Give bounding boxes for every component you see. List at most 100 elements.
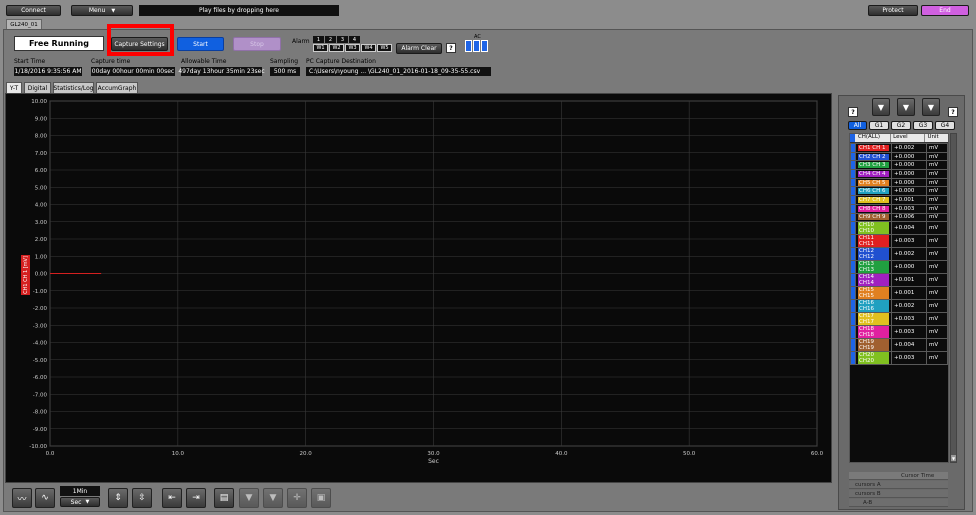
help-icon[interactable]: ? <box>948 107 958 117</box>
start-button[interactable]: Start <box>177 37 224 51</box>
table-row[interactable]: CH5 CH 5 +0.000 mV <box>850 177 948 188</box>
tab-group-g4[interactable]: G4 <box>935 121 955 130</box>
channel-level: +0.003 <box>891 234 927 249</box>
table-row[interactable]: CH19 CH19 +0.004 mV <box>850 338 948 353</box>
table-row[interactable]: CH13 CH13 +0.000 mV <box>850 260 948 275</box>
channel-name: CH16 CH16 <box>858 300 889 313</box>
y-tick-label: -4.00 <box>33 341 48 347</box>
table-row[interactable]: CH10 CH10 +0.004 mV <box>850 221 948 236</box>
table-row[interactable]: CH18 CH18 +0.003 mV <box>850 325 948 340</box>
table-row[interactable]: CH16 CH16 +0.002 mV <box>850 299 948 314</box>
channel-level: +0.003 <box>891 325 927 340</box>
marker-b-icon[interactable]: ▼ <box>263 488 283 508</box>
tab-group-g3[interactable]: G3 <box>913 121 933 130</box>
group-marker-icon[interactable]: ▼ <box>922 98 940 116</box>
end-button[interactable]: End <box>921 5 969 16</box>
table-row[interactable]: CH4 CH 4 +0.000 mV <box>850 169 948 179</box>
channel-scrollbar[interactable]: ▼ <box>950 133 957 463</box>
channel-name-cell: CH14 CH14 <box>855 273 892 288</box>
table-row[interactable]: CH17 CH17 +0.003 mV <box>850 312 948 327</box>
tab-accumgraph[interactable]: AccumGraph <box>96 82 138 93</box>
menu-label: Menu <box>88 7 106 14</box>
tab-group-g2[interactable]: G2 <box>891 121 911 130</box>
screen-layout-icon[interactable]: ▤ <box>214 488 234 508</box>
table-row[interactable]: CH7 CH 7 +0.001 mV <box>850 195 948 205</box>
capture-settings-button[interactable]: Capture Settings <box>111 37 168 51</box>
y-tick-label: 5.00 <box>35 185 48 191</box>
channel-unit: mV <box>926 160 948 171</box>
time-span-value[interactable]: 1Min <box>60 486 100 496</box>
tab-statistics-log[interactable]: Statistics/Log <box>53 82 94 93</box>
tab-digital[interactable]: Digital <box>24 82 51 93</box>
table-row[interactable]: CH8 CH 8 +0.003 mV <box>850 203 948 214</box>
channel-level: +0.001 <box>891 286 927 301</box>
table-row[interactable]: CH20 CH20 +0.003 mV <box>850 351 948 366</box>
cursor-cross-icon[interactable]: ✛ <box>287 488 307 508</box>
channel-name-cell: CH2 CH 2 <box>855 151 892 162</box>
protect-button[interactable]: Protect <box>868 5 918 16</box>
channel-unit: mV <box>926 299 948 314</box>
zoom-y-out-icon[interactable]: ⇳ <box>132 488 152 508</box>
table-row[interactable]: CH15 CH15 +0.001 mV <box>850 286 948 301</box>
table-row[interactable]: CH14 CH14 +0.001 mV <box>850 273 948 288</box>
connect-button[interactable]: Connect <box>6 5 61 16</box>
channel-name-cell: CH12 CH12 <box>855 247 892 262</box>
table-row[interactable]: CH12 CH12 +0.002 mV <box>850 247 948 262</box>
yt-chart[interactable]: 10.00 9.00 8.00 7.00 6.00 5.00 4.00 3.00 2.00 1.0… <box>5 93 832 483</box>
stop-button[interactable]: Stop <box>233 37 281 51</box>
channel-unit: mV <box>926 247 948 262</box>
sampling-value: 500 ms <box>270 67 300 76</box>
channel-level: +0.003 <box>891 203 927 214</box>
y-tick-label: 9.00 <box>35 116 48 122</box>
help-icon[interactable]: ? <box>446 43 456 53</box>
marker-a-icon[interactable]: ▼ <box>239 488 259 508</box>
table-row[interactable]: CH2 CH 2 +0.000 mV <box>850 151 948 162</box>
channel-level: +0.000 <box>891 260 927 275</box>
channel-name: CH17 CH17 <box>858 313 889 326</box>
channel-name: CH7 CH 7 <box>858 196 889 203</box>
menu-button[interactable]: Menu ▼ <box>71 5 133 16</box>
channel-unit: mV <box>926 260 948 275</box>
tab-group-all[interactable]: All <box>848 121 867 130</box>
channel-name: CH20 CH20 <box>858 352 889 365</box>
channel-table: CH(ALL) Level Unit CH1 CH 1 +0.002 mV CH2 C… <box>849 133 949 463</box>
x-tick-label: 60.0 <box>811 451 824 457</box>
y-tick-label: -5.00 <box>33 358 48 364</box>
tab-yt[interactable]: Y-T <box>6 82 22 93</box>
alarm-clear-button[interactable]: Alarm Clear <box>396 43 442 54</box>
table-row[interactable]: CH9 CH 9 +0.006 mV <box>850 212 948 223</box>
channel-level: +0.001 <box>891 273 927 288</box>
channel-unit: mV <box>926 186 948 197</box>
y-tick-label: -10.00 <box>29 444 47 450</box>
device-tab[interactable]: GL240_01 <box>6 19 42 29</box>
zoom-y-in-icon[interactable]: ⇕ <box>108 488 128 508</box>
x-tick-label: 50.0 <box>683 451 696 457</box>
cursor-row: A-B <box>849 499 948 507</box>
channel-name: CH9 CH 9 <box>858 214 889 221</box>
channel-name: CH3 CH 3 <box>858 162 889 169</box>
scroll-left-icon[interactable]: ⇤ <box>162 488 182 508</box>
time-unit-select[interactable]: Sec ▼ <box>60 497 100 507</box>
channel-name: CH5 CH 5 <box>858 179 889 186</box>
channel-unit: mV <box>926 221 948 236</box>
cursor-ab-label: A-B <box>863 500 873 506</box>
scroll-right-icon[interactable]: ⇥ <box>186 488 206 508</box>
table-row[interactable]: CH11 CH11 +0.003 mV <box>850 234 948 249</box>
group-marker-icon[interactable]: ▼ <box>872 98 890 116</box>
chevron-down-icon: ▼ <box>111 7 116 14</box>
y-tick-label: -2.00 <box>33 306 48 312</box>
tab-group-g1[interactable]: G1 <box>869 121 889 130</box>
help-icon[interactable]: ? <box>848 107 858 117</box>
y-axis-label-badge: CH1 CH 1 [mV] <box>21 255 30 295</box>
table-row[interactable]: CH6 CH 6 +0.000 mV <box>850 186 948 197</box>
y-tick-label: -1.00 <box>33 289 48 295</box>
table-row[interactable]: CH3 CH 3 +0.000 mV <box>850 160 948 171</box>
wave-expand-icon[interactable]: ∿ <box>35 488 55 508</box>
channel-level: +0.000 <box>891 160 927 171</box>
table-row[interactable]: CH1 CH 1 +0.002 mV <box>850 143 948 153</box>
group-marker-icon[interactable]: ▼ <box>897 98 915 116</box>
channel-name-cell: CH4 CH 4 <box>855 169 892 179</box>
print-icon[interactable]: ▣ <box>311 488 331 508</box>
chevron-down-icon[interactable]: ▼ <box>951 455 956 461</box>
wave-compress-icon[interactable]: 〰 <box>12 488 32 508</box>
